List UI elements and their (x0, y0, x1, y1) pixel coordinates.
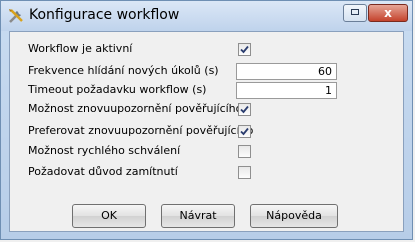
setting-row-workflow-active: Workflow je aktivní (28, 40, 132, 58)
title-bar[interactable]: Konfigurace workflow x (1, 1, 412, 31)
timeout-input[interactable]: 1 (236, 82, 337, 99)
setting-row-timeout: Timeout požadavku workflow (s) (28, 81, 206, 99)
setting-label: Preferovat znovuupozornění pověřujícího (28, 124, 254, 137)
setting-label: Frekvence hlídání nových úkolů (s) (28, 64, 219, 77)
reject-reason-checkbox[interactable] (238, 166, 251, 179)
workflow-active-checkbox[interactable] (238, 43, 251, 56)
restore-button[interactable] (343, 4, 367, 22)
restore-icon (351, 9, 359, 15)
close-button[interactable]: x (368, 4, 408, 22)
setting-row-renotify: Možnost znovuupozornění pověřujícího (28, 100, 242, 118)
close-icon: x (384, 6, 392, 20)
setting-label: Workflow je aktivní (28, 42, 133, 55)
setting-row-frequency: Frekvence hlídání nových úkolů (s) (28, 62, 219, 80)
checkmark-icon (240, 45, 249, 54)
setting-row-reject-reason: Požadovat důvod zamítnutí (28, 163, 178, 181)
frequency-input[interactable]: 60 (236, 63, 337, 80)
renotify-checkbox[interactable] (238, 103, 251, 116)
back-button[interactable]: Návrat (161, 204, 235, 228)
checkmark-icon (240, 127, 249, 136)
setting-label: Timeout požadavku workflow (s) (28, 83, 207, 96)
dialog-window: Konfigurace workflow x Workflow je aktiv… (0, 0, 413, 240)
dialog-body: Workflow je aktivní Frekvence hlídání no… (9, 31, 404, 232)
ok-button[interactable]: OK (72, 204, 146, 228)
window-title: Konfigurace workflow (29, 7, 180, 23)
tools-icon (9, 9, 23, 23)
setting-label: Požadovat důvod zamítnutí (28, 165, 178, 178)
setting-row-prefer-renotify: Preferovat znovuupozornění pověřujícího (28, 122, 253, 140)
help-button[interactable]: Nápověda (250, 204, 338, 228)
setting-label: Možnost rychlého schválení (28, 144, 181, 157)
prefer-renotify-checkbox[interactable] (238, 125, 251, 138)
setting-label: Možnost znovuupozornění pověřujícího (28, 102, 243, 115)
setting-row-quick-approval: Možnost rychlého schválení (28, 142, 180, 160)
checkmark-icon (240, 105, 249, 114)
quick-approval-checkbox[interactable] (238, 145, 251, 158)
